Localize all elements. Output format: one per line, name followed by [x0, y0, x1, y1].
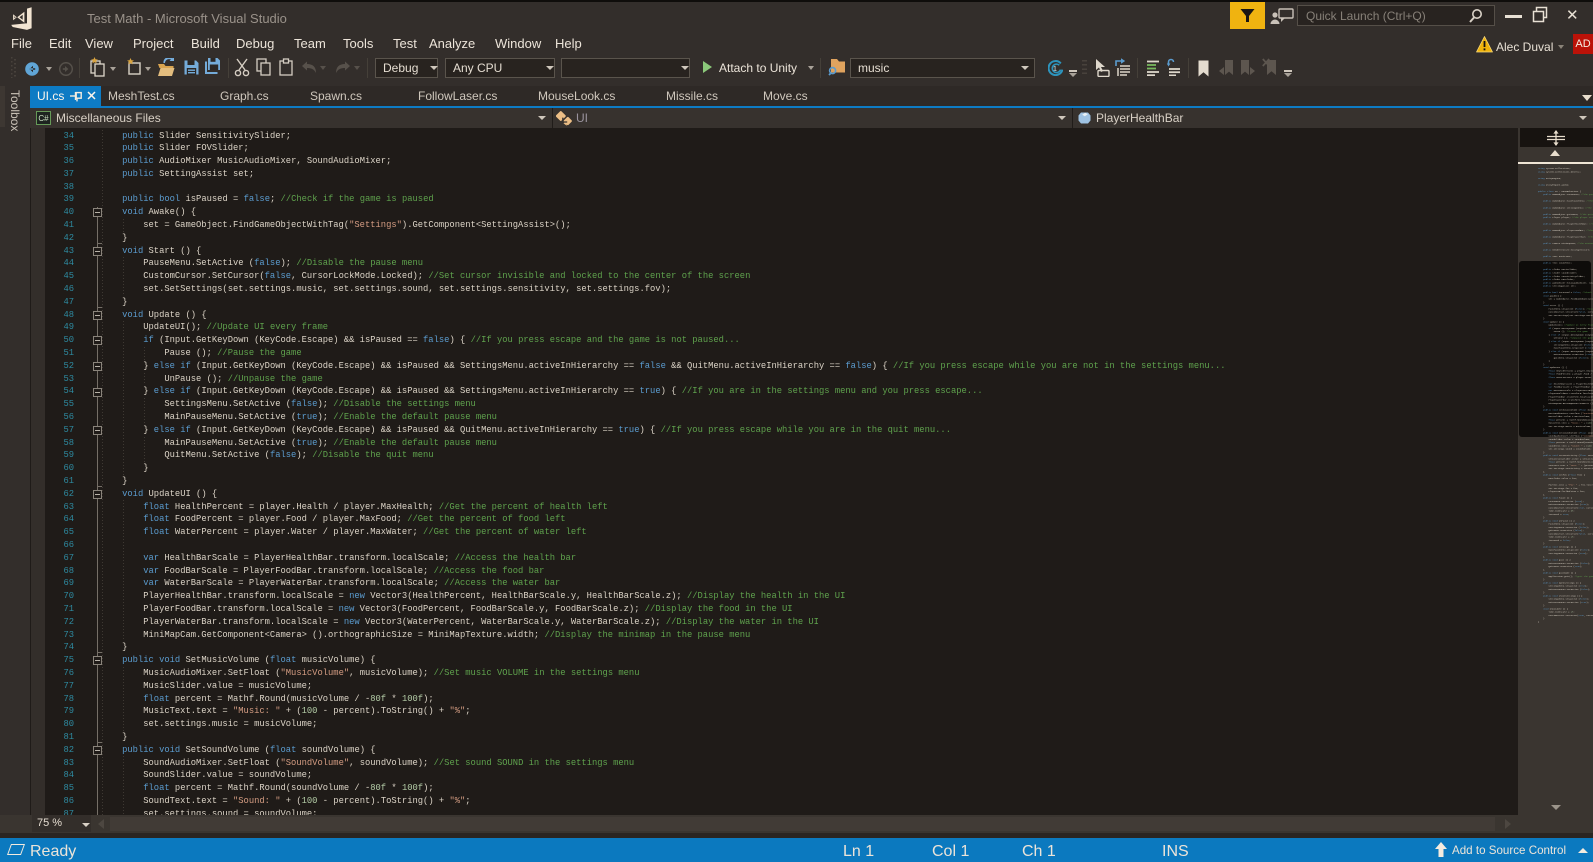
svg-text:C#: C#: [38, 114, 49, 123]
svg-text:1: 1: [1053, 64, 1057, 73]
